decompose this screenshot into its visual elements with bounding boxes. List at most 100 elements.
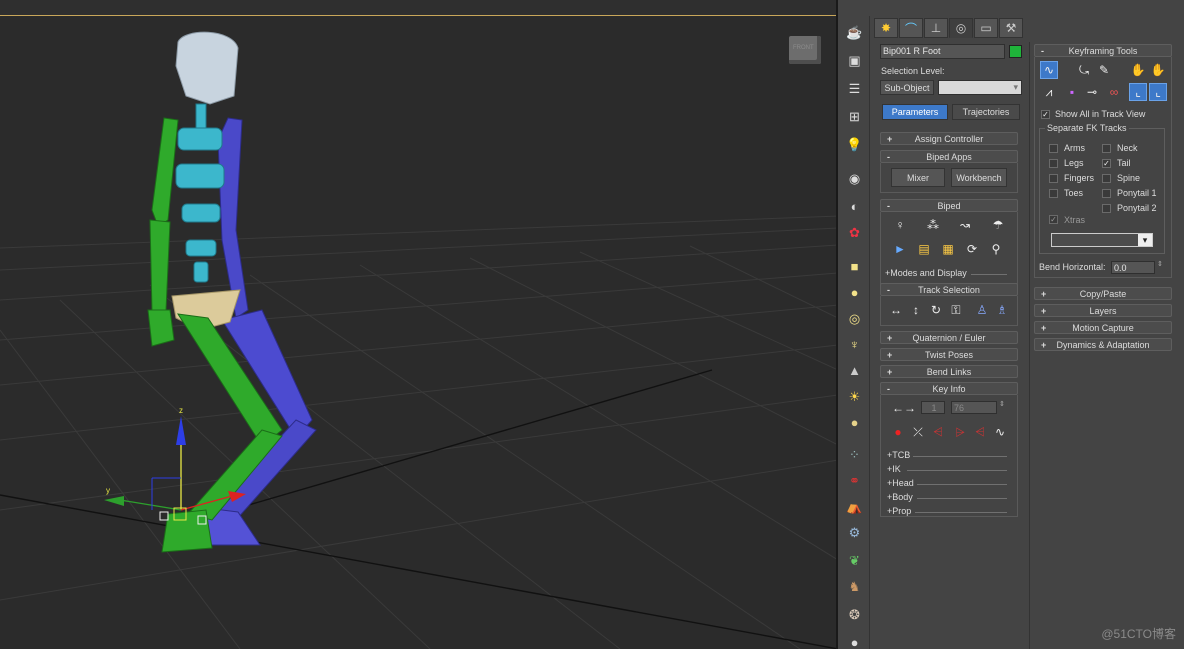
biped-header[interactable]: - Biped xyxy=(880,199,1018,212)
pyramid-icon[interactable]: ♆ xyxy=(844,334,865,355)
particle-icon[interactable]: ✿ xyxy=(844,222,865,243)
trajectories-tab[interactable]: Trajectories xyxy=(952,104,1020,120)
motion-flow-icon[interactable]: ↝ xyxy=(956,216,974,234)
legs-checkbox[interactable] xyxy=(1049,159,1058,168)
body-horizontal-icon[interactable]: ↔ xyxy=(887,301,905,319)
ball-icon[interactable]: ● xyxy=(844,632,865,649)
layers-rollout[interactable]: + Layers xyxy=(1034,304,1172,317)
neck-checkbox[interactable] xyxy=(1102,144,1111,153)
toes-checkbox[interactable] xyxy=(1049,189,1058,198)
utilities-icon[interactable]: ⚒ xyxy=(999,18,1023,38)
clear-selected-icon[interactable]: ⊸ xyxy=(1083,83,1101,101)
bend-links-rollout[interactable]: + Bend Links xyxy=(880,365,1018,378)
symmetrical-icon[interactable]: ♙ xyxy=(973,301,991,319)
box-icon[interactable]: ■ xyxy=(844,256,865,277)
lock-cog-icon[interactable]: ⚿ xyxy=(947,301,965,319)
show-all-track-view-checkbox[interactable]: ✓ xyxy=(1041,110,1050,119)
convert-icon[interactable]: ⟳ xyxy=(963,240,981,258)
body-sub-rollout[interactable]: +Body xyxy=(887,492,913,502)
modes-display-label[interactable]: +Modes and Display xyxy=(885,268,967,278)
key-time-field[interactable]: 76 xyxy=(951,401,997,414)
molecule-icon[interactable]: ⚭ xyxy=(844,470,865,491)
motion-icon[interactable]: ◎ xyxy=(949,18,973,38)
anchor-right-hand-icon[interactable]: ✋ xyxy=(1149,61,1167,79)
mixer-button[interactable]: Mixer xyxy=(891,168,945,187)
shell-icon[interactable]: ❂ xyxy=(844,604,865,625)
head-sub-rollout[interactable]: +Head xyxy=(887,478,914,488)
anchor-left-foot-icon[interactable]: ⌞ xyxy=(1129,83,1147,101)
light-icon[interactable]: 💡 xyxy=(844,134,865,155)
biped-playback-icon[interactable]: ► xyxy=(891,240,909,258)
keyframing-tools-header[interactable]: - Keyframing Tools xyxy=(1034,44,1172,57)
key-number-field[interactable]: 1 xyxy=(921,401,945,414)
twist-poses-rollout[interactable]: + Twist Poses xyxy=(880,348,1018,361)
ik-sub-rollout[interactable]: +IK xyxy=(887,464,901,474)
key-info-header[interactable]: - Key Info xyxy=(880,382,1018,395)
fingers-checkbox[interactable] xyxy=(1049,174,1058,183)
xtras-dropdown[interactable]: ▾ xyxy=(1051,233,1153,247)
ponytail2-checkbox[interactable] xyxy=(1102,204,1111,213)
next-key-icon[interactable]: → xyxy=(901,399,919,417)
plant-icon[interactable]: ❦ xyxy=(844,550,865,571)
dynamics-adaptation-rollout[interactable]: + Dynamics & Adaptation xyxy=(1034,338,1172,351)
create-icon[interactable]: ✸ xyxy=(874,18,898,38)
workbench-button[interactable]: Workbench xyxy=(951,168,1007,187)
teapot-icon[interactable]: ☕ xyxy=(844,22,865,43)
body-rotation-icon[interactable]: ↻ xyxy=(927,301,945,319)
spinner-icon[interactable]: ⇕ xyxy=(1157,260,1163,268)
bend-horizontal-field[interactable]: 0.0 xyxy=(1111,261,1155,274)
eraser-icon[interactable]: ✎ xyxy=(1095,61,1113,79)
copy-paste-rollout[interactable]: + Copy/Paste xyxy=(1034,287,1172,300)
spine-checkbox[interactable] xyxy=(1102,174,1111,183)
set-free-key-2-icon[interactable]: ⩤ xyxy=(971,423,989,441)
set-parents-mode-icon[interactable]: ⤿ xyxy=(1075,61,1093,79)
arms-checkbox[interactable] xyxy=(1049,144,1058,153)
anchor-right-foot-icon[interactable]: ⌞ xyxy=(1149,83,1167,101)
list-icon[interactable]: ☰ xyxy=(844,78,865,99)
save-file-icon[interactable]: ▦ xyxy=(939,240,957,258)
assign-controller-rollout[interactable]: + Assign Controller xyxy=(880,132,1018,145)
set-multiple-keys-icon[interactable]: ▪ xyxy=(1063,83,1081,101)
tail-checkbox[interactable]: ✓ xyxy=(1102,159,1111,168)
sub-object-dropdown[interactable]: ▾ xyxy=(938,80,1022,95)
horse-icon[interactable]: ♞ xyxy=(844,576,865,597)
torus-icon[interactable]: ◎ xyxy=(844,308,865,329)
hierarchy-icon[interactable]: ⊥ xyxy=(924,18,948,38)
geosphere-icon[interactable]: ● xyxy=(844,412,865,433)
opposite-icon[interactable]: ♗ xyxy=(993,301,1011,319)
schematic-icon[interactable]: ⊞ xyxy=(844,106,865,127)
sun-icon[interactable]: ☀ xyxy=(844,386,865,407)
display-icon[interactable]: ▭ xyxy=(974,18,998,38)
anchor-left-hand-icon[interactable]: ✋ xyxy=(1129,61,1147,79)
grid-icon[interactable]: ⁘ xyxy=(844,444,865,465)
object-color-swatch[interactable] xyxy=(1009,45,1022,58)
ponytail1-checkbox[interactable] xyxy=(1102,189,1111,198)
body-vertical-icon[interactable]: ↕ xyxy=(907,301,925,319)
mirror-icon[interactable]: ∞ xyxy=(1105,83,1123,101)
gear-icon[interactable]: ⚙ xyxy=(844,522,865,543)
curve-icon[interactable]: ∿ xyxy=(991,423,1009,441)
biped-head[interactable] xyxy=(175,31,239,105)
delete-keys-icon[interactable]: ⩘ xyxy=(1040,83,1058,101)
set-free-key-icon[interactable]: ⤫ xyxy=(909,423,927,441)
quaternion-euler-rollout[interactable]: + Quaternion / Euler xyxy=(880,331,1018,344)
set-sliding-key-icon[interactable]: ⩤ xyxy=(929,423,947,441)
load-file-icon[interactable]: ▤ xyxy=(915,240,933,258)
biped-apps-header[interactable]: - Biped Apps xyxy=(880,150,1018,163)
object-name-field[interactable]: Bip001 R Foot xyxy=(880,44,1005,59)
parameters-tab[interactable]: Parameters xyxy=(882,104,948,120)
camera-icon[interactable]: ◉ xyxy=(844,168,865,189)
tcb-sub-rollout[interactable]: +TCB xyxy=(887,450,910,460)
render-setup-icon[interactable]: ▣ xyxy=(844,50,865,71)
modify-icon[interactable]: ⌒ xyxy=(899,18,923,38)
mixer-mode-icon[interactable]: ☂ xyxy=(989,216,1007,234)
footstep-mode-icon[interactable]: ⁂ xyxy=(924,216,942,234)
spinner-icon[interactable]: ⇕ xyxy=(999,400,1005,408)
figure-mode-icon[interactable]: ♀ xyxy=(891,216,909,234)
motion-capture-rollout[interactable]: + Motion Capture xyxy=(1034,321,1172,334)
tent-icon[interactable]: ⛺ xyxy=(844,496,865,517)
prop-sub-rollout[interactable]: +Prop xyxy=(887,506,911,516)
set-planted-key-icon[interactable]: ⩥ xyxy=(951,423,969,441)
move-all-icon[interactable]: ⚲ xyxy=(987,240,1005,258)
track-selection-header[interactable]: - Track Selection xyxy=(880,283,1018,296)
